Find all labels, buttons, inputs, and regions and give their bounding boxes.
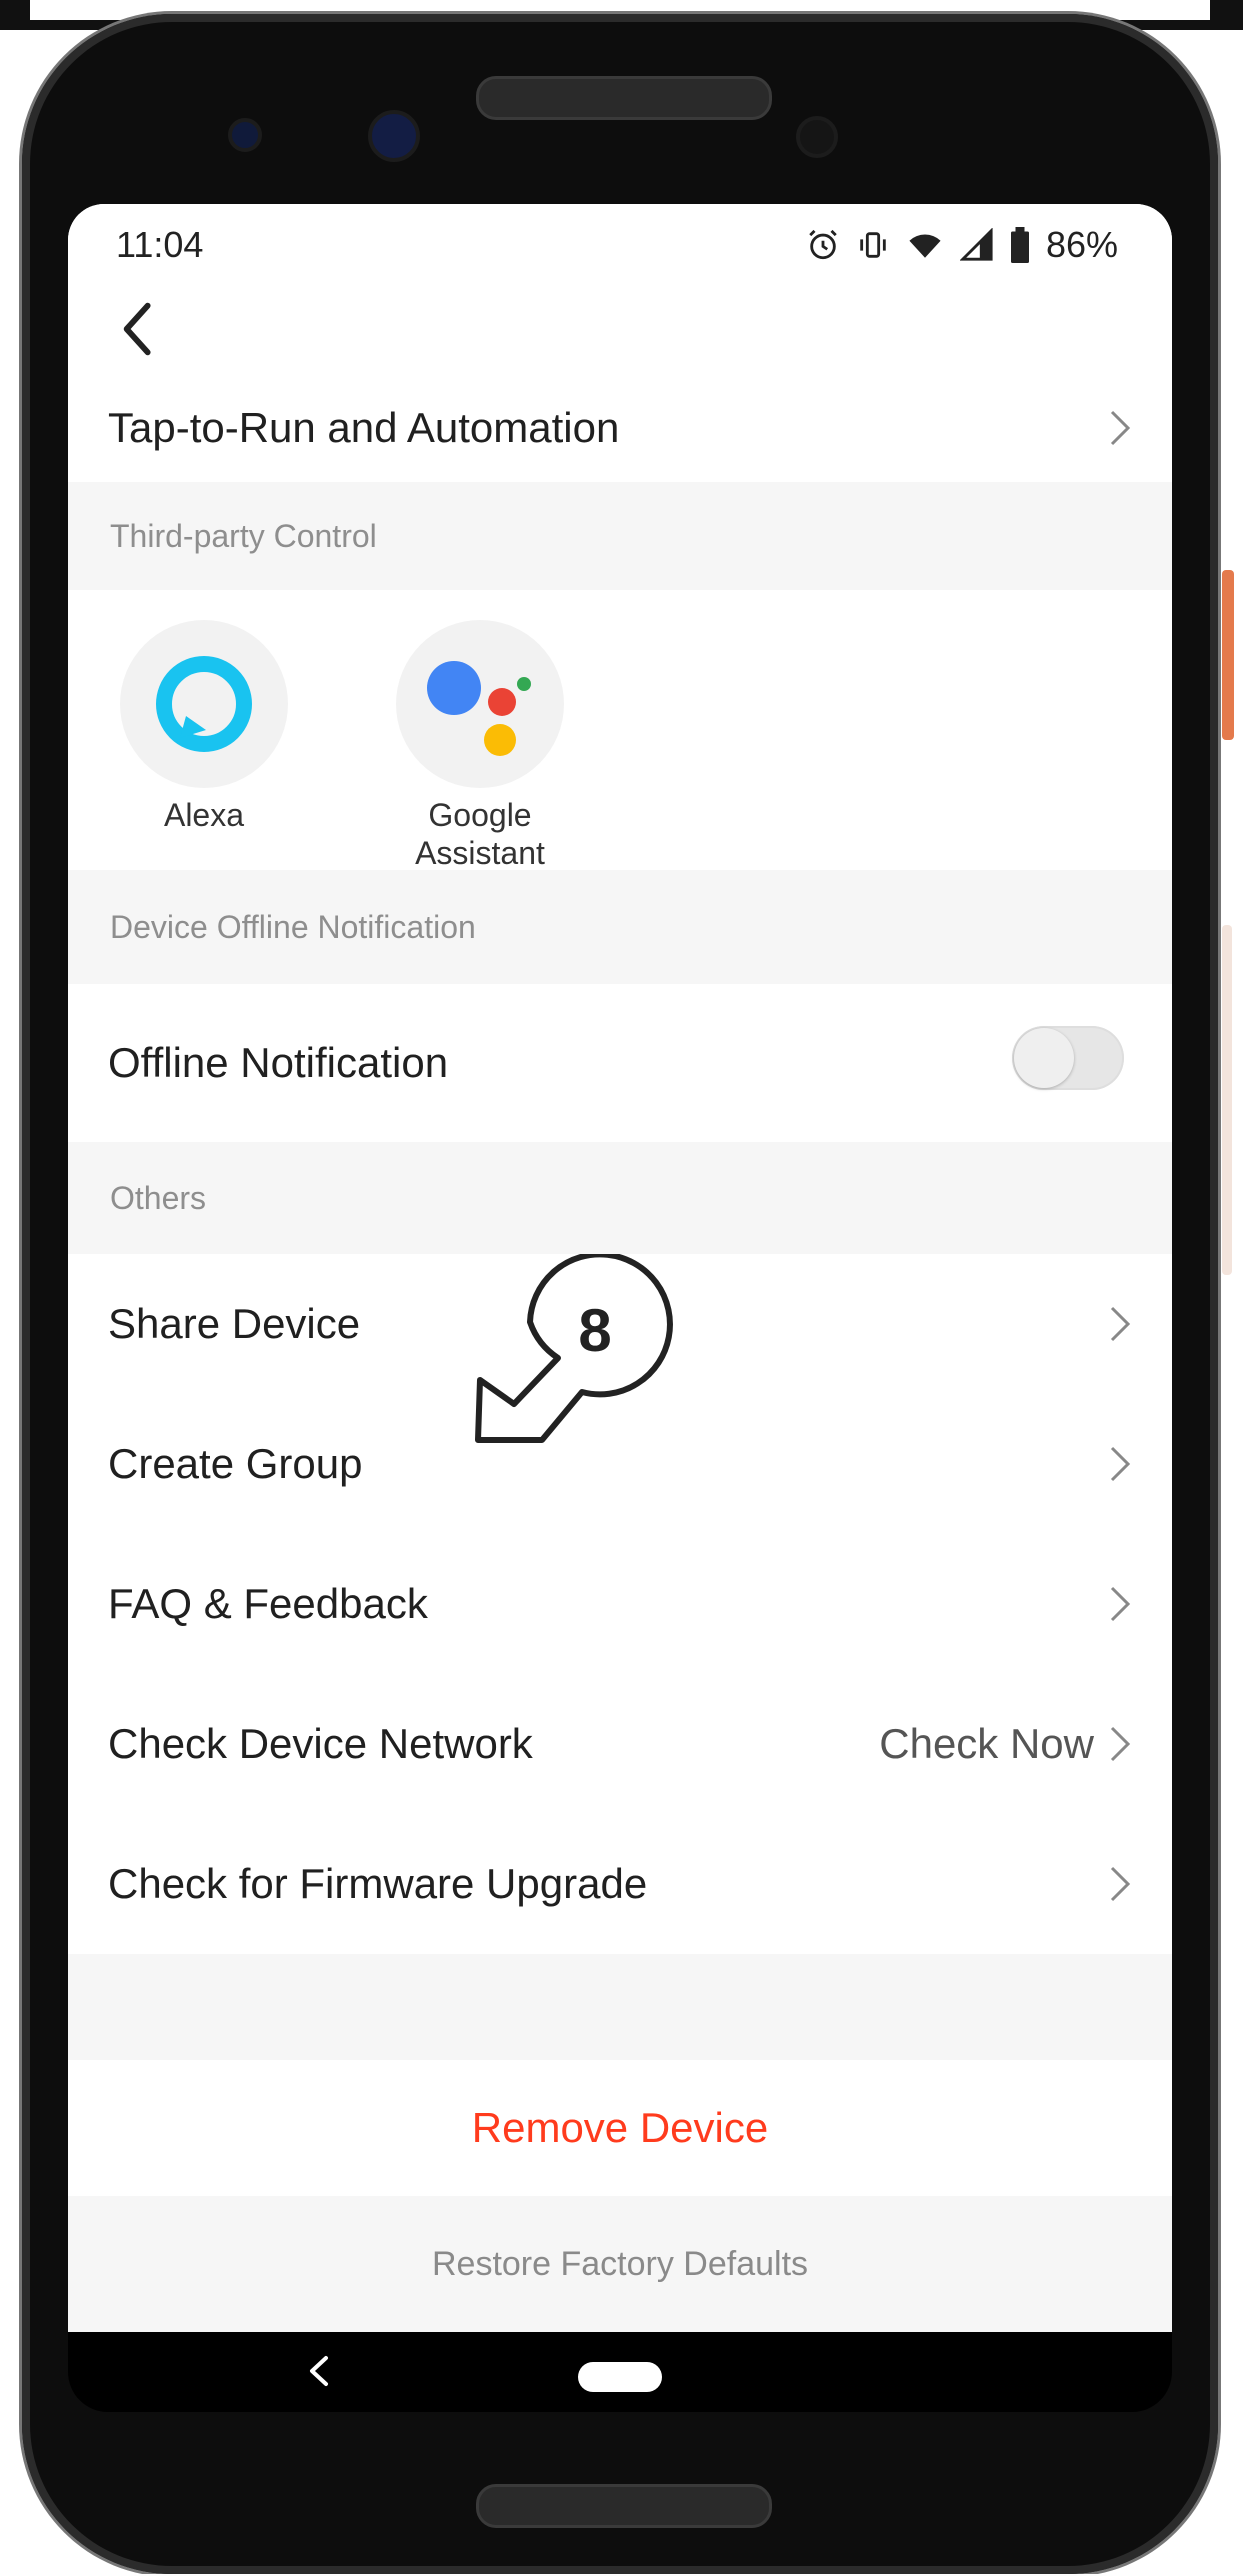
remove-device-button[interactable]: Remove Device <box>68 2060 1172 2196</box>
third-party-label: Google Assistant <box>415 797 545 871</box>
system-navigation-bar <box>68 2332 1172 2412</box>
status-time: 11:04 <box>116 224 204 265</box>
chevron-right-icon <box>1110 1446 1131 1482</box>
wifi-icon <box>909 234 941 258</box>
third-party-control-list: Alexa Google Assistant <box>68 590 1172 872</box>
menu-item-check-device-network[interactable]: Check Device Network Check Now <box>68 1674 1172 1814</box>
offline-notification-toggle[interactable] <box>1012 1026 1124 1090</box>
menu-item-firmware-upgrade[interactable]: Check for Firmware Upgrade <box>68 1814 1172 1954</box>
menu-item-label: Check for Firmware Upgrade <box>108 1860 648 1907</box>
menu-item-label: FAQ & Feedback <box>108 1580 428 1627</box>
menu-item-faq-feedback[interactable]: FAQ & Feedback <box>68 1534 1172 1674</box>
step-number: 8 <box>578 1297 612 1364</box>
status-bar: 11:04 86% <box>68 204 1172 284</box>
vibrate-icon <box>860 232 886 258</box>
navigation-bar <box>68 284 1172 374</box>
status-icons: 86% <box>806 224 1118 266</box>
system-home-button[interactable] <box>578 2362 662 2392</box>
third-party-google-assistant[interactable]: Google Assistant <box>380 620 580 872</box>
system-back-icon[interactable] <box>300 2346 336 2396</box>
phone-volume-button <box>1222 925 1232 1275</box>
chevron-right-icon <box>1110 1726 1131 1762</box>
front-camera-main-icon <box>368 110 420 162</box>
section-header-others: Others <box>68 1142 1172 1254</box>
offline-notification-label: Offline Notification <box>108 1039 449 1086</box>
phone-speaker-bottom <box>476 2484 772 2528</box>
third-party-label: Alexa <box>163 797 245 833</box>
chevron-right-icon <box>1110 1306 1131 1342</box>
section-header-offline: Device Offline Notification <box>68 870 1172 984</box>
alarm-icon <box>809 229 837 260</box>
menu-item-label: Tap-to-Run and Automation <box>108 404 620 451</box>
proximity-sensor <box>796 116 838 158</box>
third-party-alexa[interactable]: Alexa <box>104 620 304 834</box>
phone-speaker-top <box>476 76 772 120</box>
chevron-right-icon <box>1110 410 1131 446</box>
section-header-third-party: Third-party Control <box>68 482 1172 590</box>
offline-notification-row: Offline Notification <box>68 984 1172 1142</box>
front-camera-icon <box>228 118 262 152</box>
check-now-value: Check Now <box>879 1720 1094 1767</box>
chevron-right-icon <box>1110 1866 1131 1902</box>
signal-icon <box>959 228 993 261</box>
toggle-knob <box>1014 1028 1074 1088</box>
menu-item-tap-to-run[interactable]: Tap-to-Run and Automation <box>68 374 1172 482</box>
google-assistant-icon <box>396 620 564 788</box>
chevron-left-icon[interactable] <box>106 294 166 364</box>
alexa-icon <box>120 620 288 788</box>
restore-factory-defaults-button[interactable]: Restore Factory Defaults <box>68 2196 1172 2332</box>
menu-item-label: Check Device Network <box>108 1720 533 1767</box>
battery-icon <box>1010 227 1029 263</box>
chevron-right-icon <box>1110 1586 1131 1622</box>
battery-percent: 86% <box>1045 224 1118 265</box>
phone-power-button <box>1222 570 1234 740</box>
